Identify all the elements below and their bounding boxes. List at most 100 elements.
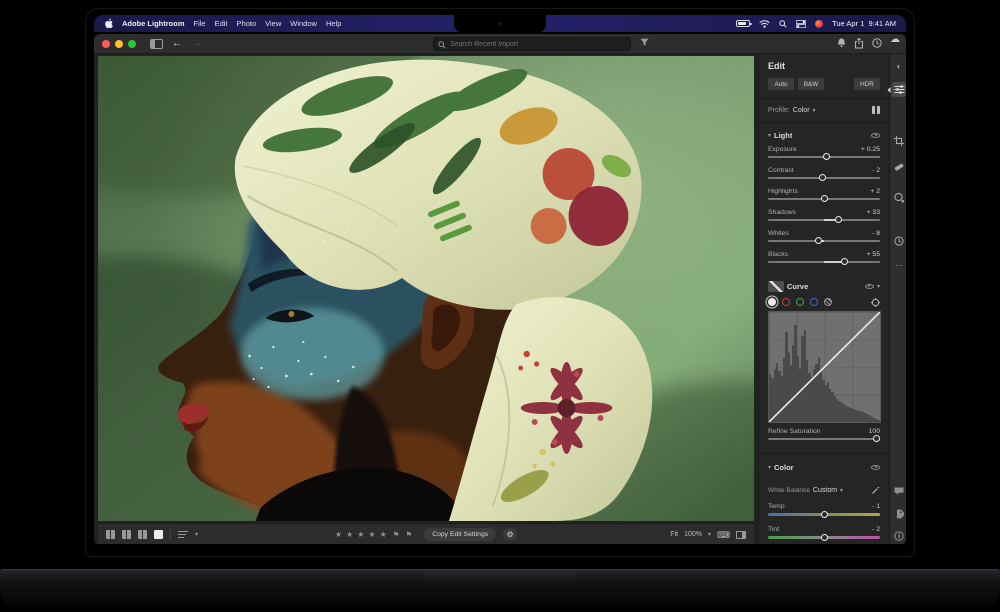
menu-bar-clock[interactable]: Tue Apr 1 9:41 AM: [832, 19, 896, 28]
keywords-tag-icon[interactable]: [894, 509, 904, 519]
slider-thumb[interactable]: [873, 435, 881, 442]
profile-row[interactable]: Profile: Color ▾: [768, 104, 880, 116]
visibility-eye-icon[interactable]: [871, 464, 880, 470]
menu-window[interactable]: Window: [290, 19, 317, 28]
detail-view-icon[interactable]: [154, 530, 163, 539]
info-icon[interactable]: [894, 531, 904, 541]
menu-photo[interactable]: Photo: [237, 19, 257, 28]
apple-menu-icon[interactable]: [104, 18, 113, 29]
more-options-icon[interactable]: …: [895, 259, 903, 269]
slider-thumb[interactable]: [820, 195, 828, 202]
menu-file[interactable]: File: [194, 19, 206, 28]
blacks-slider[interactable]: [768, 258, 880, 265]
edit-sliders-icon[interactable]: [887, 82, 906, 97]
star-icon[interactable]: ★: [335, 530, 342, 539]
curve-section-header[interactable]: Curve ▾: [768, 280, 880, 292]
sort-icon[interactable]: [178, 530, 188, 539]
bw-button[interactable]: B&W: [798, 78, 824, 90]
white-balance-row[interactable]: White Balance Custom ▾: [768, 484, 880, 496]
pick-flag-icon[interactable]: ⚑: [393, 530, 400, 539]
user-avatar[interactable]: [815, 19, 824, 28]
presets-icon[interactable]: ◐: [897, 62, 902, 72]
zoom-window-button[interactable]: [128, 40, 136, 48]
menu-view[interactable]: View: [265, 19, 281, 28]
targeted-adjustment-icon[interactable]: [871, 297, 880, 307]
star-icon[interactable]: ★: [357, 530, 364, 539]
channel-blue-dot[interactable]: [810, 298, 818, 306]
visibility-eye-icon[interactable]: [864, 283, 874, 289]
share-icon[interactable]: [854, 38, 864, 49]
slider-thumb[interactable]: [820, 533, 828, 541]
wifi-icon[interactable]: [759, 19, 770, 28]
white-balance-value[interactable]: Custom: [813, 487, 837, 494]
zoom-level[interactable]: 100%: [684, 531, 702, 538]
settings-gear-button[interactable]: ⚙: [503, 528, 518, 541]
menu-edit[interactable]: Edit: [215, 19, 228, 28]
tone-curve-chart[interactable]: [768, 311, 881, 423]
star-icon[interactable]: ★: [380, 530, 387, 539]
shadows-slider[interactable]: [768, 216, 880, 223]
eyedropper-icon[interactable]: [871, 486, 880, 495]
slider-thumb[interactable]: [835, 216, 843, 223]
copy-edit-settings-button[interactable]: Copy Edit Settings: [424, 528, 497, 541]
history-clock-icon[interactable]: [872, 38, 882, 48]
panel-toggle-icon[interactable]: [736, 530, 746, 539]
slider-label: Temp: [768, 503, 785, 510]
square-grid-view-icon[interactable]: [122, 530, 131, 539]
search-icon[interactable]: [779, 19, 787, 28]
hdr-button[interactable]: HDR: [854, 78, 880, 90]
slider-thumb[interactable]: [814, 237, 822, 244]
chevron-down-icon[interactable]: ▾: [877, 283, 880, 290]
filter-icon[interactable]: [640, 38, 649, 47]
active-app-name[interactable]: Adobe Lightroom: [122, 19, 185, 28]
chevron-down-icon[interactable]: ▾: [813, 107, 816, 114]
slider-thumb[interactable]: [819, 174, 827, 181]
masking-icon[interactable]: [894, 192, 905, 203]
compare-view-icon[interactable]: [138, 530, 147, 539]
close-window-button[interactable]: [102, 40, 110, 48]
sidebar-toggle-icon[interactable]: [150, 39, 163, 49]
versions-clock-icon[interactable]: [894, 236, 904, 246]
cloud-sync-icon[interactable]: ☁: [890, 35, 900, 45]
slider-refine-saturation: Refine Saturation 100: [768, 428, 881, 446]
contrast-slider[interactable]: [768, 174, 880, 181]
comments-icon[interactable]: [894, 487, 904, 496]
exposure-slider[interactable]: [768, 153, 880, 160]
tint-slider[interactable]: [768, 533, 880, 541]
browse-profiles-icon[interactable]: [872, 106, 880, 114]
slider-thumb[interactable]: [820, 510, 828, 518]
star-icon[interactable]: ★: [346, 530, 353, 539]
slider-thumb[interactable]: [840, 258, 848, 265]
zoom-fit-label[interactable]: Fit: [670, 531, 678, 538]
channel-green-dot[interactable]: [796, 298, 804, 306]
chevron-down-icon[interactable]: ▾: [708, 531, 711, 538]
search-input[interactable]: [434, 38, 630, 50]
highlights-slider[interactable]: [768, 195, 880, 202]
minimize-window-button[interactable]: [115, 40, 123, 48]
auto-button[interactable]: Auto: [768, 78, 794, 90]
reject-flag-icon[interactable]: ⚑: [405, 530, 412, 539]
slider-thumb[interactable]: [822, 153, 830, 160]
light-section-header[interactable]: ▾ Light: [768, 130, 880, 140]
color-section-header[interactable]: ▾ Color: [768, 462, 880, 472]
temp-slider[interactable]: [768, 510, 880, 518]
notifications-bell-icon[interactable]: [837, 38, 846, 48]
healing-icon[interactable]: [894, 162, 905, 172]
keyboard-shortcuts-icon[interactable]: ⌨: [717, 530, 730, 540]
star-icon[interactable]: ★: [368, 530, 375, 539]
crop-icon[interactable]: [894, 136, 904, 146]
menu-help[interactable]: Help: [326, 19, 341, 28]
back-arrow-icon[interactable]: ←: [172, 37, 182, 51]
profile-value[interactable]: Color: [793, 107, 810, 114]
rubber-foot: [95, 603, 175, 608]
whites-slider[interactable]: [768, 237, 880, 244]
chevron-down-icon[interactable]: ▾: [195, 531, 198, 538]
channel-all-dot[interactable]: [768, 298, 776, 306]
visibility-eye-icon[interactable]: [871, 132, 880, 138]
control-center-icon[interactable]: [796, 19, 807, 28]
refine-saturation-slider[interactable]: [768, 435, 881, 442]
channel-parametric-dot[interactable]: [824, 298, 832, 306]
chevron-down-icon[interactable]: ▾: [840, 487, 843, 494]
channel-red-dot[interactable]: [782, 298, 790, 306]
grid-view-icon[interactable]: [106, 530, 115, 539]
